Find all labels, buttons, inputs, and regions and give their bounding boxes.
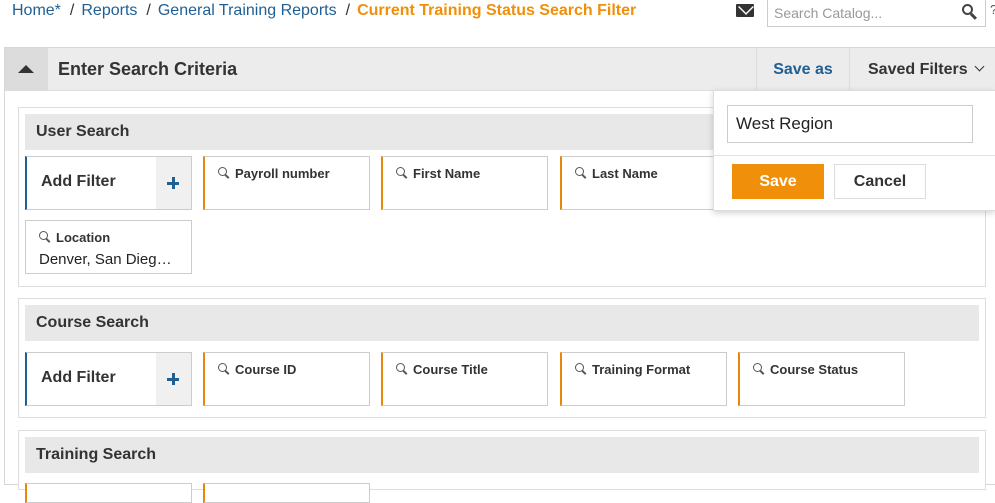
filter-label: Course ID: [235, 362, 297, 377]
breadcrumb-current: Current Training Status Search Filter: [357, 2, 637, 19]
filter-value: Denver, San Dieg…: [39, 251, 172, 268]
search-icon: [575, 363, 587, 375]
filter-course-id[interactable]: Course ID: [203, 352, 370, 406]
filter-last-name[interactable]: Last Name: [560, 156, 727, 210]
filter-first-name[interactable]: First Name: [381, 156, 548, 210]
breadcrumb-separator: /: [69, 2, 75, 19]
save-as-button[interactable]: Save as: [756, 48, 849, 91]
filter-training-format[interactable]: Training Format: [560, 352, 727, 406]
mail-icon[interactable]: [736, 4, 754, 17]
search-icon: [39, 231, 51, 243]
training-search-section: Training Search: [18, 430, 986, 503]
popover-divider: [714, 155, 995, 156]
search-icon: [753, 363, 765, 375]
collapse-toggle-icon[interactable]: [5, 48, 48, 91]
filter-location[interactable]: Location Denver, San Dieg…: [25, 220, 192, 274]
breadcrumb-separator: /: [146, 2, 151, 19]
search-icon: [575, 167, 587, 179]
search-icon: [218, 363, 230, 375]
user-add-filter-button[interactable]: Add Filter: [25, 156, 192, 210]
saved-filters-dropdown[interactable]: Saved Filters: [849, 48, 995, 91]
help-icon[interactable]: ?: [990, 2, 995, 17]
filter-label: Location: [56, 230, 111, 245]
filter-course-title[interactable]: Course Title: [381, 352, 548, 406]
filter-label: Payroll number: [235, 166, 330, 181]
training-filter-card[interactable]: [25, 483, 192, 503]
add-filter-label: Add Filter: [41, 173, 116, 190]
search-icon: [218, 167, 230, 179]
filter-label: Course Title: [413, 362, 488, 377]
filter-course-status[interactable]: Course Status: [738, 352, 905, 406]
filter-payroll-number[interactable]: Payroll number: [203, 156, 370, 210]
save-filter-popover: Save Cancel: [713, 90, 995, 211]
search-icon[interactable]: [961, 3, 979, 21]
breadcrumb-reports[interactable]: Reports: [81, 2, 137, 19]
breadcrumb-home[interactable]: Home*: [12, 2, 61, 19]
catalog-search-input[interactable]: [774, 3, 954, 23]
search-icon: [396, 167, 408, 179]
course-add-filter-button[interactable]: Add Filter: [25, 352, 192, 406]
training-filter-card[interactable]: [203, 483, 370, 503]
breadcrumb-separator: /: [345, 2, 351, 19]
chevron-down-icon: [974, 61, 985, 72]
breadcrumb-general-training-reports[interactable]: General Training Reports: [158, 2, 337, 19]
add-filter-label: Add Filter: [41, 369, 116, 386]
panel-title: Enter Search Criteria: [58, 59, 238, 79]
top-bar: Home* / Reports / General Training Reports / C…: [0, 0, 995, 32]
filter-label: Training Format: [592, 362, 691, 377]
plus-icon[interactable]: [156, 353, 191, 405]
cancel-button[interactable]: Cancel: [834, 164, 926, 199]
breadcrumb: Home* / Reports / General Training Reports / C…: [12, 1, 636, 21]
filter-label: Course Status: [770, 362, 859, 377]
filter-name-input[interactable]: [727, 105, 973, 143]
panel-header: Enter Search Criteria Save as Saved Filt…: [5, 48, 995, 91]
course-search-section: Course Search Add Filter Course ID Cours…: [18, 298, 986, 418]
save-button[interactable]: Save: [732, 164, 824, 199]
saved-filters-label: Saved Filters: [868, 61, 968, 78]
catalog-search: [767, 0, 986, 27]
plus-icon[interactable]: [156, 157, 191, 209]
filter-label: Last Name: [592, 166, 658, 181]
filter-label: First Name: [413, 166, 481, 181]
search-icon: [396, 363, 408, 375]
training-search-title: Training Search: [25, 437, 979, 473]
course-search-title: Course Search: [25, 305, 979, 341]
